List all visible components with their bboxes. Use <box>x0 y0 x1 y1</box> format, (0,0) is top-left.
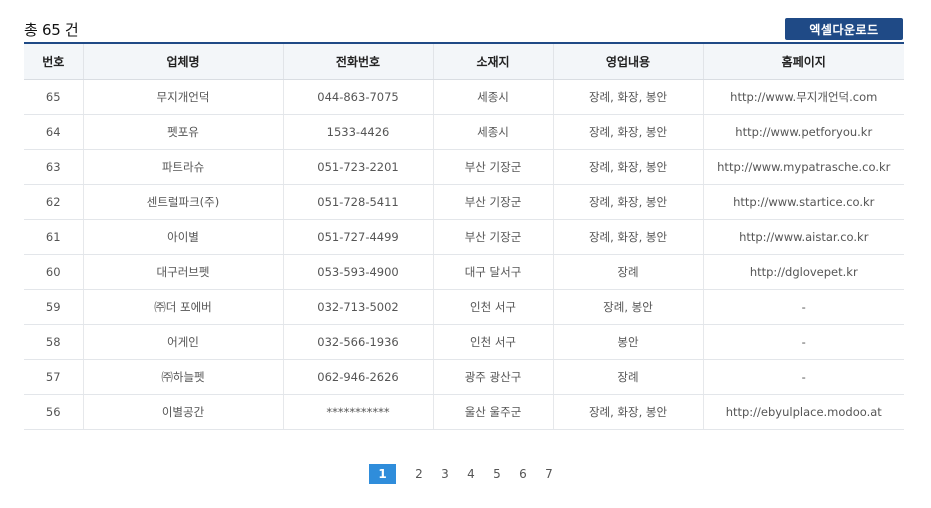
cell-number: 57 <box>24 359 83 395</box>
table-row: 65 무지개언덕 044-863-7075 세종시 장례, 화장, 봉안 http://w… <box>24 79 904 115</box>
cell-services: 장례, 화장, 봉안 <box>552 219 703 255</box>
cell-location: 인천 서구 <box>432 289 553 325</box>
column-header-phone: 전화번호 <box>282 42 433 80</box>
cell-phone: 051-727-4499 <box>282 219 433 255</box>
cell-number: 64 <box>24 114 83 150</box>
cell-number: 56 <box>24 394 83 430</box>
cell-number: 63 <box>24 149 83 185</box>
cell-company: 펫포유 <box>82 114 283 150</box>
cell-location: 대구 달서구 <box>432 254 553 290</box>
cell-services: 장례, 화장, 봉안 <box>552 394 703 430</box>
table-row: 62 센트럴파크(주) 051-728-5411 부산 기장군 장례, 화장, 봉안 ht… <box>24 184 904 220</box>
column-header-number: 번호 <box>24 42 83 80</box>
cell-phone: 051-723-2201 <box>282 149 433 185</box>
page-link-1[interactable]: 1 <box>369 464 396 484</box>
cell-location: 인천 서구 <box>432 324 553 360</box>
list-topbar: 총 65 건 엑셀다운로드 <box>24 17 904 41</box>
page-link-2[interactable]: 2 <box>406 464 432 484</box>
cell-location: 부산 기장군 <box>432 149 553 185</box>
cell-homepage: - <box>702 359 904 395</box>
table-row: 58 어게인 032-566-1936 인천 서구 봉안 - <box>24 324 904 360</box>
cell-number: 65 <box>24 79 83 115</box>
cell-company: ㈜하늘펫 <box>82 359 283 395</box>
cell-services: 봉안 <box>552 324 703 360</box>
cell-number: 60 <box>24 254 83 290</box>
cell-homepage: http://www.aistar.co.kr <box>702 219 904 255</box>
cell-number: 62 <box>24 184 83 220</box>
table-row: 56 이별공간 *********** 울산 울주군 장례, 화장, 봉안 http://… <box>24 394 904 430</box>
cell-company: 대구러브펫 <box>82 254 283 290</box>
table-row: 59 ㈜더 포에버 032-713-5002 인천 서구 장례, 봉안 - <box>24 289 904 325</box>
cell-services: 장례 <box>552 359 703 395</box>
cell-homepage: http://dglovepet.kr <box>702 254 904 290</box>
cell-services: 장례, 화장, 봉안 <box>552 114 703 150</box>
cell-services: 장례, 화장, 봉안 <box>552 79 703 115</box>
table-row: 64 펫포유 1533-4426 세종시 장례, 화장, 봉안 http://www.pe… <box>24 114 904 150</box>
cell-phone: 032-566-1936 <box>282 324 433 360</box>
cell-phone: 053-593-4900 <box>282 254 433 290</box>
company-table: 번호 업체명 전화번호 소재지 영업내용 홈페이지 65 무지개언덕 044-863… <box>24 42 904 430</box>
cell-number: 58 <box>24 324 83 360</box>
excel-download-button[interactable]: 엑셀다운로드 <box>785 18 903 40</box>
cell-company: ㈜더 포에버 <box>82 289 283 325</box>
cell-phone: 051-728-5411 <box>282 184 433 220</box>
cell-phone: 044-863-7075 <box>282 79 433 115</box>
cell-location: 부산 기장군 <box>432 219 553 255</box>
cell-homepage: http://www.petforyou.kr <box>702 114 904 150</box>
cell-company: 아이별 <box>82 219 283 255</box>
cell-homepage: http://www.startice.co.kr <box>702 184 904 220</box>
page-link-6[interactable]: 6 <box>510 464 536 484</box>
cell-services: 장례, 화장, 봉안 <box>552 184 703 220</box>
cell-services: 장례, 봉안 <box>552 289 703 325</box>
cell-number: 61 <box>24 219 83 255</box>
pagination: 1234567 <box>0 464 931 484</box>
column-header-company: 업체명 <box>82 42 283 80</box>
column-header-location: 소재지 <box>432 42 553 80</box>
total-count: 총 65 건 <box>24 21 79 39</box>
cell-company: 어게인 <box>82 324 283 360</box>
table-row: 61 아이별 051-727-4499 부산 기장군 장례, 화장, 봉안 http://… <box>24 219 904 255</box>
page-link-5[interactable]: 5 <box>484 464 510 484</box>
cell-number: 59 <box>24 289 83 325</box>
page-link-7[interactable]: 7 <box>536 464 562 484</box>
cell-homepage: http://ebyulplace.modoo.at <box>702 394 904 430</box>
cell-homepage: http://www.무지개언덕.com <box>702 79 904 115</box>
table-header-row: 번호 업체명 전화번호 소재지 영업내용 홈페이지 <box>24 42 904 80</box>
page-link-3[interactable]: 3 <box>432 464 458 484</box>
cell-location: 광주 광산구 <box>432 359 553 395</box>
table-row: 63 파트라슈 051-723-2201 부산 기장군 장례, 화장, 봉안 http:/… <box>24 149 904 185</box>
cell-location: 세종시 <box>432 114 553 150</box>
table-row: 60 대구러브펫 053-593-4900 대구 달서구 장례 http://dglove… <box>24 254 904 290</box>
cell-company: 무지개언덕 <box>82 79 283 115</box>
cell-company: 파트라슈 <box>82 149 283 185</box>
column-header-homepage: 홈페이지 <box>702 42 904 80</box>
cell-phone: 1533-4426 <box>282 114 433 150</box>
cell-phone: 032-713-5002 <box>282 289 433 325</box>
cell-company: 이별공간 <box>82 394 283 430</box>
cell-services: 장례 <box>552 254 703 290</box>
cell-location: 울산 울주군 <box>432 394 553 430</box>
page-link-4[interactable]: 4 <box>458 464 484 484</box>
cell-homepage: - <box>702 289 904 325</box>
cell-services: 장례, 화장, 봉안 <box>552 149 703 185</box>
table-row: 57 ㈜하늘펫 062-946-2626 광주 광산구 장례 - <box>24 359 904 395</box>
cell-homepage: - <box>702 324 904 360</box>
cell-homepage: http://www.mypatrasche.co.kr <box>702 149 904 185</box>
cell-company: 센트럴파크(주) <box>82 184 283 220</box>
cell-location: 부산 기장군 <box>432 184 553 220</box>
table-body: 65 무지개언덕 044-863-7075 세종시 장례, 화장, 봉안 http://w… <box>24 79 904 430</box>
cell-phone: 062-946-2626 <box>282 359 433 395</box>
cell-phone: *********** <box>282 394 433 430</box>
cell-location: 세종시 <box>432 79 553 115</box>
column-header-services: 영업내용 <box>552 42 703 80</box>
